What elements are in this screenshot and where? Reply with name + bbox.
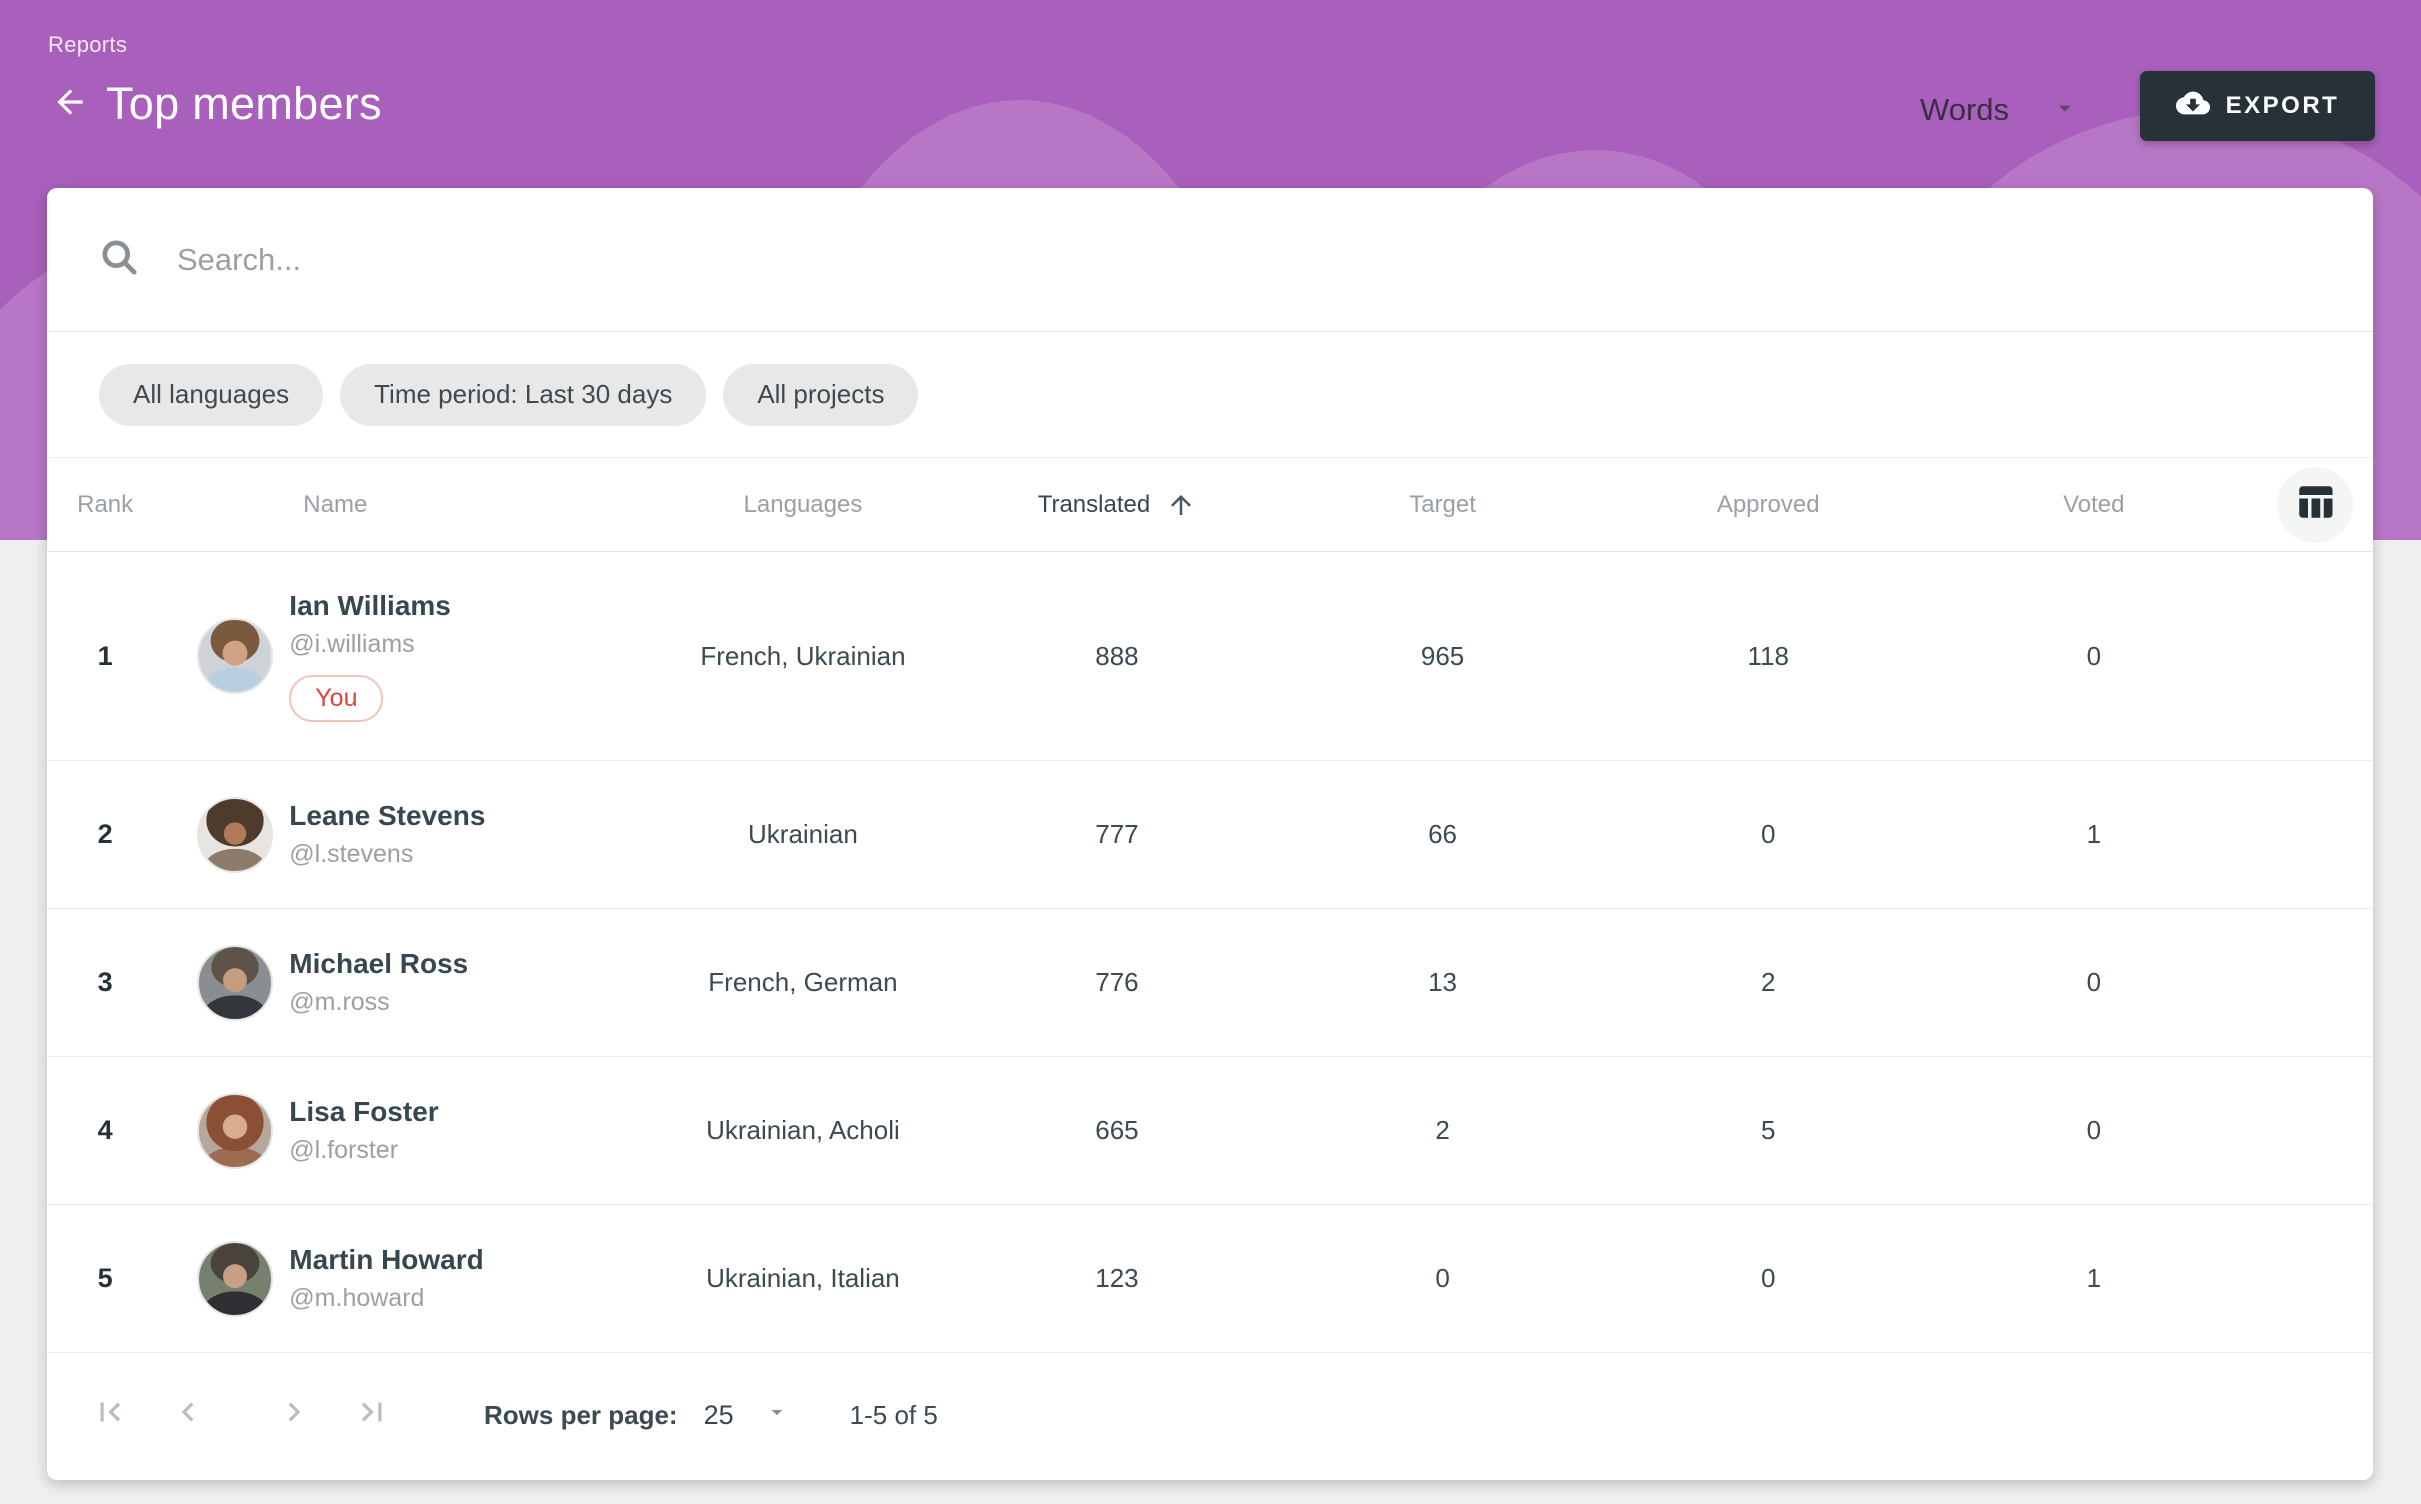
search-input[interactable] bbox=[177, 242, 2323, 278]
report-card: All languages Time period: Last 30 days … bbox=[47, 188, 2373, 1480]
translated-value: 777 bbox=[954, 819, 1280, 850]
pagination-range: 1-5 of 5 bbox=[850, 1400, 938, 1431]
title-row: Top members bbox=[48, 78, 382, 130]
table-row: 2 Leane Stevens @l.stevens Ukrainian 777… bbox=[47, 761, 2373, 909]
avatar bbox=[197, 618, 273, 694]
next-page-button[interactable] bbox=[274, 1396, 314, 1436]
column-header-languages: Languages bbox=[652, 491, 954, 519]
last-page-icon bbox=[353, 1393, 391, 1438]
target-value: 0 bbox=[1280, 1263, 1606, 1294]
rows-per-page-value: 25 bbox=[704, 1400, 734, 1431]
column-header-name: Name bbox=[163, 491, 651, 519]
member-username: @i.williams bbox=[289, 630, 414, 659]
caret-down-icon bbox=[2009, 94, 2079, 127]
first-page-icon bbox=[91, 1393, 129, 1438]
member-name[interactable]: Lisa Foster bbox=[289, 1096, 438, 1128]
approved-value: 5 bbox=[1605, 1115, 1931, 1146]
rank-value: 2 bbox=[47, 819, 163, 850]
table-row: 5 Martin Howard @m.howard Ukrainian, Ita… bbox=[47, 1205, 2373, 1353]
search-icon bbox=[97, 235, 141, 284]
table-columns-icon bbox=[2294, 481, 2336, 528]
table-header: Rank Name Languages Translated Target Ap… bbox=[47, 458, 2373, 552]
pagination-bar: Rows per page: 25 1-5 of 5 bbox=[47, 1353, 2373, 1478]
voted-value: 0 bbox=[1931, 641, 2257, 672]
export-button[interactable]: EXPORT bbox=[2140, 71, 2375, 141]
member-name[interactable]: Leane Stevens bbox=[289, 800, 485, 832]
page-title: Top members bbox=[106, 78, 382, 130]
column-settings-button[interactable] bbox=[2277, 467, 2353, 543]
filter-chip-projects[interactable]: All projects bbox=[723, 364, 918, 426]
translated-value: 776 bbox=[954, 967, 1280, 998]
languages-value: French, Ukrainian bbox=[652, 641, 954, 672]
translated-value: 123 bbox=[954, 1263, 1280, 1294]
table-row: 3 Michael Ross @m.ross French, German 77… bbox=[47, 909, 2373, 1057]
voted-value: 0 bbox=[1931, 967, 2257, 998]
column-header-translated[interactable]: Translated bbox=[954, 490, 1280, 520]
column-header-approved[interactable]: Approved bbox=[1605, 491, 1931, 519]
sort-arrow-up-icon bbox=[1166, 490, 1196, 520]
rank-value: 5 bbox=[47, 1263, 163, 1294]
first-page-button[interactable] bbox=[90, 1396, 130, 1436]
you-badge: You bbox=[289, 675, 383, 722]
translated-value: 665 bbox=[954, 1115, 1280, 1146]
chevron-left-icon bbox=[169, 1393, 207, 1438]
translated-value: 888 bbox=[954, 641, 1280, 672]
unit-selector[interactable]: Words bbox=[1920, 84, 2079, 136]
filter-chip-time-period[interactable]: Time period: Last 30 days bbox=[340, 364, 706, 426]
arrow-left-icon bbox=[51, 83, 89, 126]
member-name[interactable]: Ian Williams bbox=[289, 590, 451, 622]
voted-value: 1 bbox=[1931, 1263, 2257, 1294]
target-value: 2 bbox=[1280, 1115, 1606, 1146]
target-value: 965 bbox=[1280, 641, 1606, 672]
voted-value: 1 bbox=[1931, 819, 2257, 850]
table-row: 1 Ian Williams @i.williams You French, U… bbox=[47, 552, 2373, 761]
member-username: @m.howard bbox=[289, 1284, 424, 1313]
avatar bbox=[197, 945, 273, 1021]
approved-value: 2 bbox=[1605, 967, 1931, 998]
member-username: @l.stevens bbox=[289, 840, 413, 869]
cloud-download-icon bbox=[2176, 86, 2226, 127]
approved-value: 118 bbox=[1605, 641, 1931, 672]
column-header-target[interactable]: Target bbox=[1280, 491, 1606, 519]
avatar bbox=[197, 1093, 273, 1169]
languages-value: Ukrainian, Acholi bbox=[652, 1115, 954, 1146]
member-username: @l.forster bbox=[289, 1136, 398, 1165]
filter-chips-row: All languages Time period: Last 30 days … bbox=[47, 332, 2373, 458]
rank-value: 1 bbox=[47, 641, 163, 672]
languages-value: Ukrainian, Italian bbox=[652, 1263, 954, 1294]
languages-value: French, German bbox=[652, 967, 954, 998]
last-page-button[interactable] bbox=[352, 1396, 392, 1436]
approved-value: 0 bbox=[1605, 819, 1931, 850]
caret-down-icon bbox=[734, 1399, 790, 1432]
rank-value: 4 bbox=[47, 1115, 163, 1146]
filter-chip-languages[interactable]: All languages bbox=[99, 364, 323, 426]
target-value: 13 bbox=[1280, 967, 1606, 998]
rank-value: 3 bbox=[47, 967, 163, 998]
column-header-rank: Rank bbox=[47, 491, 163, 519]
export-button-label: EXPORT bbox=[2226, 92, 2340, 120]
avatar bbox=[197, 797, 273, 873]
target-value: 66 bbox=[1280, 819, 1606, 850]
table-row: 4 Lisa Foster @l.forster Ukrainian, Acho… bbox=[47, 1057, 2373, 1205]
column-header-translated-label: Translated bbox=[1038, 491, 1151, 519]
column-header-voted[interactable]: Voted bbox=[1931, 491, 2257, 519]
previous-page-button[interactable] bbox=[168, 1396, 208, 1436]
search-row bbox=[47, 188, 2373, 332]
member-name[interactable]: Martin Howard bbox=[289, 1244, 483, 1276]
avatar bbox=[197, 1241, 273, 1317]
breadcrumb[interactable]: Reports bbox=[48, 32, 127, 58]
member-name[interactable]: Michael Ross bbox=[289, 948, 468, 980]
languages-value: Ukrainian bbox=[652, 819, 954, 850]
back-button[interactable] bbox=[48, 82, 92, 126]
approved-value: 0 bbox=[1605, 1263, 1931, 1294]
unit-selector-value: Words bbox=[1920, 92, 2009, 128]
member-username: @m.ross bbox=[289, 988, 389, 1017]
chevron-right-icon bbox=[275, 1393, 313, 1438]
rows-per-page-label: Rows per page: bbox=[484, 1400, 678, 1431]
rows-per-page-select[interactable]: 25 bbox=[704, 1399, 790, 1432]
voted-value: 0 bbox=[1931, 1115, 2257, 1146]
